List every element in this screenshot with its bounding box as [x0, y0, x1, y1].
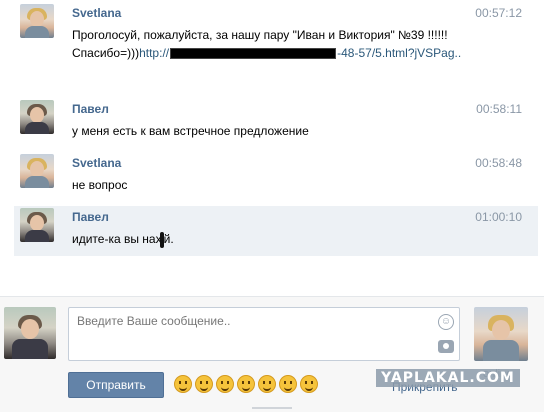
blush-icon[interactable] [279, 375, 297, 393]
send-button[interactable]: Отправить [68, 372, 164, 398]
message-author[interactable]: Павел [72, 210, 109, 224]
resize-grip[interactable] [252, 407, 292, 409]
message-item[interactable]: Павел 00:58:11 у меня есть к вам встречн… [14, 98, 538, 148]
message-author[interactable]: Павел [72, 102, 109, 116]
message-text: идите-ка вы нах й. [72, 231, 174, 248]
redaction-bar [170, 48, 337, 60]
camera-icon[interactable] [438, 340, 454, 353]
message-composer: ☺ online Отправить Прикрепить YAPLAKAL.C… [0, 296, 544, 412]
message-time: 00:58:11 [476, 102, 522, 116]
laugh-icon[interactable] [195, 375, 213, 393]
my-avatar[interactable] [4, 307, 56, 359]
message-time: 01:00:10 [475, 210, 522, 224]
avatar-pavel[interactable] [20, 100, 54, 134]
message-time: 00:57:12 [475, 6, 522, 20]
peer-avatar[interactable] [474, 307, 528, 361]
message-author[interactable]: Svetlana [72, 6, 121, 20]
neutral-icon[interactable] [258, 375, 276, 393]
message-text: не вопрос [72, 178, 128, 192]
grin-icon[interactable] [300, 375, 318, 393]
message-text: у меня есть к вам встречное предложение [72, 124, 309, 138]
message-history: Svetlana 00:57:12 Проголосуй, пожалуйста… [0, 0, 544, 260]
avatar-svetlana[interactable] [20, 154, 54, 188]
message-item-highlighted[interactable]: Павел 01:00:10 идите-ка вы нах й. [14, 206, 538, 256]
avatar-svetlana[interactable] [20, 4, 54, 38]
avatar-pavel[interactable] [20, 208, 54, 242]
message-item[interactable]: Svetlana 00:58:48 не вопрос [14, 152, 538, 202]
scared-icon[interactable] [216, 375, 234, 393]
emoji-bar [174, 375, 321, 395]
message-input-box: ☺ [68, 307, 460, 361]
message-time: 00:58:48 [475, 156, 522, 170]
message-item[interactable]: Svetlana 00:57:12 Проголосуй, пожалуйста… [14, 2, 538, 96]
message-text: Проголосуй, пожалуйста, за нашу пару "Ив… [72, 26, 462, 62]
message-input[interactable] [69, 308, 459, 360]
site-watermark: YAPLAKAL.COM [376, 369, 520, 387]
message-link[interactable]: http://-48-57/5.html?jVSPag.. [139, 46, 461, 60]
message-author[interactable]: Svetlana [72, 156, 121, 170]
kiss-icon[interactable] [237, 375, 255, 393]
smile-icon[interactable]: ☺ [438, 314, 454, 330]
smile-icon[interactable] [174, 375, 192, 393]
